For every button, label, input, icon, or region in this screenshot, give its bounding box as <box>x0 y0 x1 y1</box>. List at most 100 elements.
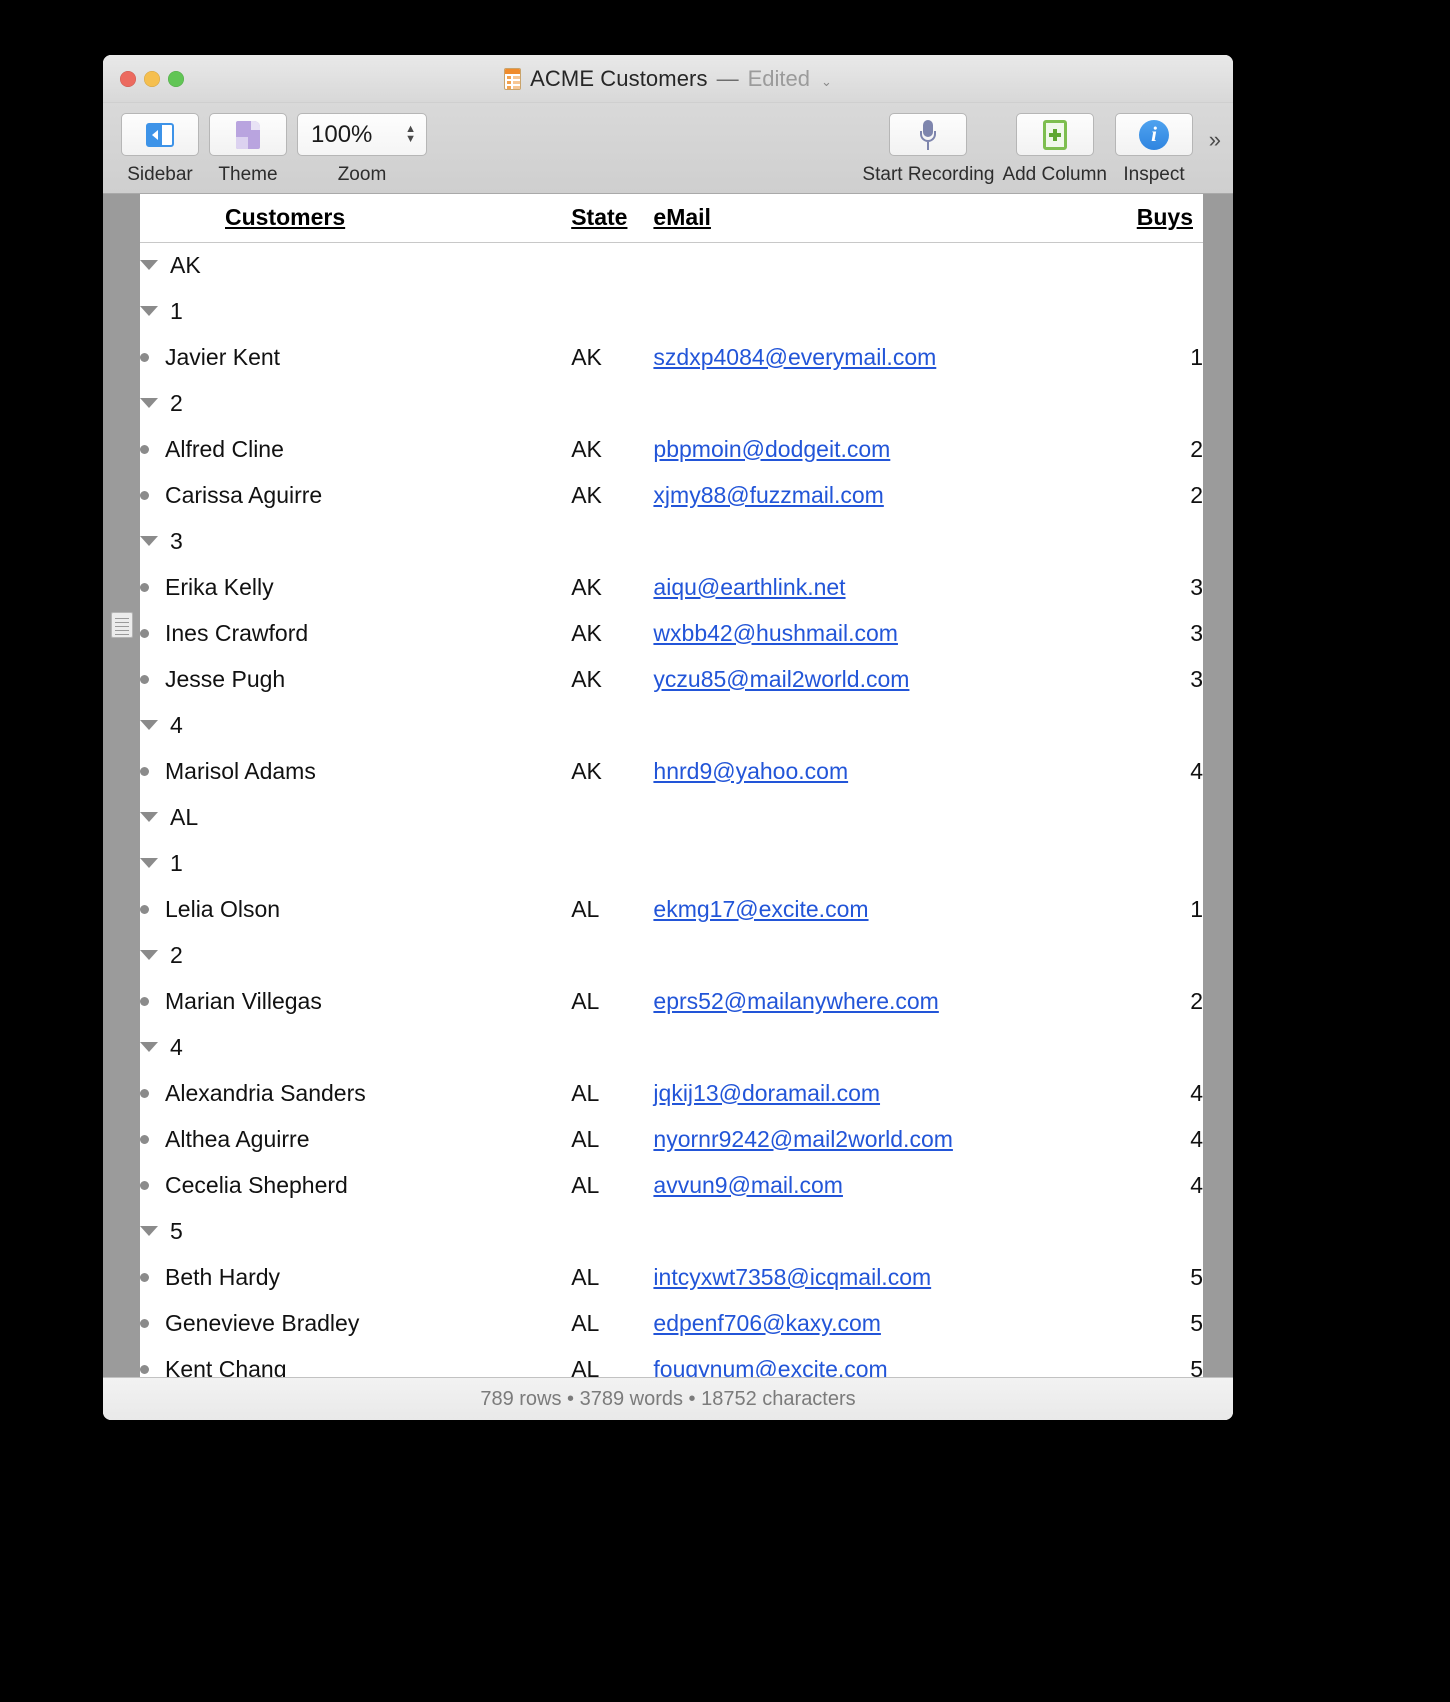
cell-state[interactable]: AL <box>571 1346 653 1378</box>
table-row[interactable]: Alfred Cline AK pbpmoin@dodgeit.com 2 <box>140 426 1203 472</box>
table-row[interactable]: Alexandria Sanders AL jqkij13@doramail.com… <box>140 1070 1203 1116</box>
inspect-control[interactable]: i Inspect <box>1115 113 1193 186</box>
cell-buys[interactable] <box>1085 840 1203 886</box>
table-row[interactable]: 3 <box>140 518 1203 564</box>
column-header-customers[interactable]: Customers <box>140 194 572 241</box>
add-column-button[interactable] <box>1015 113 1094 156</box>
cell-email[interactable]: ekmg17@excite.com <box>653 886 1084 932</box>
cell-email[interactable] <box>653 242 1084 288</box>
cell-state[interactable]: AK <box>571 472 653 518</box>
email-link[interactable]: avvun9@mail.com <box>653 1172 843 1198</box>
cell-customer-name[interactable]: 1 <box>140 288 571 334</box>
email-link[interactable]: szdxp4084@everymail.com <box>653 344 936 370</box>
zoom-control[interactable]: 100% ▲ ▼ Zoom <box>297 113 427 186</box>
cell-state[interactable]: AL <box>571 1254 653 1300</box>
disclosure-triangle-icon[interactable] <box>140 812 158 822</box>
cell-customer-name[interactable]: 4 <box>140 1024 571 1070</box>
cell-state[interactable] <box>571 380 653 426</box>
column-header-email[interactable]: eMail <box>653 194 1085 241</box>
cell-state[interactable] <box>571 932 653 978</box>
cell-email[interactable] <box>653 840 1084 886</box>
sidebar-toggle[interactable]: Sidebar <box>121 113 199 186</box>
row-handle-icon[interactable] <box>111 612 133 638</box>
disclosure-triangle-icon[interactable] <box>140 858 158 868</box>
cell-state[interactable] <box>571 702 653 748</box>
cell-customer-name[interactable]: Kent Chang <box>140 1346 571 1377</box>
cell-email[interactable]: eprs52@mailanywhere.com <box>653 978 1084 1024</box>
cell-customer-name[interactable]: Althea Aguirre <box>140 1116 571 1162</box>
cell-customer-name[interactable]: Jesse Pugh <box>140 656 571 702</box>
cell-state[interactable]: AK <box>571 610 653 656</box>
zoom-value[interactable]: 100% <box>311 121 372 149</box>
cell-email[interactable]: xjmy88@fuzzmail.com <box>653 472 1084 518</box>
zoom-stepper-arrows[interactable]: ▲ ▼ <box>405 124 416 145</box>
table-row[interactable]: 1 <box>140 840 1203 886</box>
cell-email[interactable] <box>653 932 1084 978</box>
cell-email[interactable]: aiqu@earthlink.net <box>653 564 1084 610</box>
table-row[interactable]: Carissa Aguirre AK xjmy88@fuzzmail.com 2 <box>140 472 1203 518</box>
table-row[interactable]: 2 <box>140 380 1203 426</box>
stepper-up-icon[interactable]: ▲ <box>405 124 416 135</box>
cell-buys[interactable]: 2 <box>1085 426 1203 472</box>
start-recording-button[interactable] <box>889 113 968 156</box>
cell-buys[interactable] <box>1085 1024 1203 1070</box>
cell-customer-name[interactable]: 2 <box>140 380 571 426</box>
cell-customer-name[interactable]: 1 <box>140 840 571 886</box>
cell-buys[interactable]: 4 <box>1085 1162 1203 1208</box>
cell-state[interactable]: AL <box>571 1300 653 1346</box>
cell-state[interactable] <box>571 242 653 288</box>
table-row[interactable]: 4 <box>140 1024 1203 1070</box>
table-row[interactable]: Kent Chang AL fougynum@excite.com 5 <box>140 1346 1203 1377</box>
cell-buys[interactable]: 4 <box>1085 1070 1203 1116</box>
cell-buys[interactable]: 5 <box>1085 1254 1203 1300</box>
disclosure-triangle-icon[interactable] <box>140 950 158 960</box>
disclosure-triangle-icon[interactable] <box>140 260 158 271</box>
cell-customer-name[interactable]: Erika Kelly <box>140 564 571 610</box>
cell-buys[interactable] <box>1085 702 1203 748</box>
cell-buys[interactable]: 3 <box>1085 564 1203 610</box>
cell-customer-name[interactable]: 5 <box>140 1208 571 1254</box>
cell-email[interactable] <box>653 380 1084 426</box>
cell-customer-name[interactable]: Alfred Cline <box>140 426 571 472</box>
cell-customer-name[interactable]: Beth Hardy <box>140 1254 571 1300</box>
cell-customer-name[interactable]: 4 <box>140 702 571 748</box>
cell-customer-name[interactable]: AL <box>140 794 571 840</box>
cell-customer-name[interactable]: Genevieve Bradley <box>140 1300 571 1346</box>
cell-state[interactable]: AL <box>571 978 653 1024</box>
cell-email[interactable]: edpenf706@kaxy.com <box>653 1300 1084 1346</box>
cell-customer-name[interactable]: 2 <box>140 932 571 978</box>
cell-email[interactable]: pbpmoin@dodgeit.com <box>653 426 1084 472</box>
chevron-down-icon[interactable]: ⌄ <box>821 75 832 88</box>
table-row[interactable]: 1 <box>140 288 1203 334</box>
cell-buys[interactable]: 5 <box>1085 1346 1203 1378</box>
cell-customer-name[interactable]: Carissa Aguirre <box>140 472 571 518</box>
email-link[interactable]: intcyxwt7358@icqmail.com <box>653 1264 931 1290</box>
cell-state[interactable]: AL <box>571 1116 653 1162</box>
cell-buys[interactable] <box>1085 794 1203 840</box>
cell-buys[interactable] <box>1085 380 1203 426</box>
cell-buys[interactable] <box>1085 288 1203 334</box>
table-row[interactable]: 2 <box>140 932 1203 978</box>
theme-control[interactable]: Theme <box>209 113 287 186</box>
cell-buys[interactable]: 2 <box>1085 472 1203 518</box>
cell-state[interactable]: AK <box>571 656 653 702</box>
cell-state[interactable] <box>571 840 653 886</box>
stepper-down-icon[interactable]: ▼ <box>405 134 416 145</box>
table-row[interactable]: Marian Villegas AL eprs52@mailanywhere.com… <box>140 978 1203 1024</box>
email-link[interactable]: pbpmoin@dodgeit.com <box>653 436 890 462</box>
cell-email[interactable]: wxbb42@hushmail.com <box>653 610 1084 656</box>
disclosure-triangle-icon[interactable] <box>140 536 158 546</box>
table-row[interactable]: Erika Kelly AK aiqu@earthlink.net 3 <box>140 564 1203 610</box>
cell-customer-name[interactable]: Javier Kent <box>140 334 571 380</box>
cell-email[interactable] <box>653 794 1084 840</box>
disclosure-triangle-icon[interactable] <box>140 720 158 730</box>
cell-email[interactable]: jqkij13@doramail.com <box>653 1070 1084 1116</box>
cell-email[interactable] <box>653 1024 1084 1070</box>
table-row[interactable]: Beth Hardy AL intcyxwt7358@icqmail.com 5 <box>140 1254 1203 1300</box>
cell-customer-name[interactable]: Cecelia Shepherd <box>140 1162 571 1208</box>
column-header-buys[interactable]: Buys <box>1084 194 1203 241</box>
cell-state[interactable]: AK <box>571 334 653 380</box>
cell-customer-name[interactable]: AK <box>140 242 571 288</box>
cell-state[interactable] <box>571 1208 653 1254</box>
table-row[interactable]: Ines Crawford AK wxbb42@hushmail.com 3 <box>140 610 1203 656</box>
